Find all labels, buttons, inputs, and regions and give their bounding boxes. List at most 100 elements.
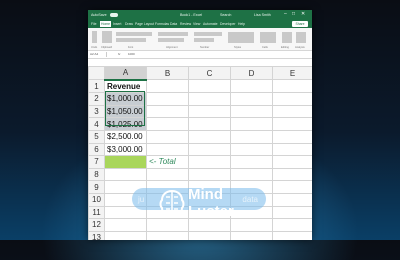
row-header[interactable]: 6 [88,142,105,157]
cell[interactable] [272,104,312,119]
row-header[interactable]: 13 [88,230,105,240]
row-header[interactable]: 11 [88,205,105,220]
column-header-a[interactable]: A [104,65,147,81]
tab-file[interactable]: File [91,22,96,26]
autosave-toggle[interactable] [110,13,118,17]
row-header[interactable]: 2 [88,92,105,106]
cell[interactable] [188,230,231,240]
cell-a3[interactable]: $1,050.00 [104,104,147,119]
cell[interactable] [272,205,312,220]
analyze-data-button[interactable] [296,32,306,43]
cell[interactable] [146,79,189,94]
cell[interactable] [104,230,147,240]
minimize-button[interactable]: – [284,12,289,17]
maximize-button[interactable]: □ [292,12,297,17]
cell[interactable] [272,180,312,194]
cell[interactable] [104,218,147,232]
cell[interactable] [188,79,231,94]
column-header-b[interactable]: B [146,65,189,81]
cell[interactable] [188,117,231,131]
fx-icon[interactable]: fx [118,52,120,57]
cell[interactable] [272,218,312,232]
paste-button[interactable] [102,31,112,43]
cell[interactable] [230,142,273,157]
cell[interactable] [230,117,273,131]
cell[interactable] [188,104,231,119]
share-button[interactable]: Share [292,21,308,27]
tab-automate[interactable]: Automate [203,22,218,26]
cell[interactable] [230,155,273,169]
number-buttons[interactable] [194,38,214,42]
tab-draw[interactable]: Draw [125,22,133,26]
cell[interactable] [230,129,273,144]
row-header[interactable]: 12 [88,218,105,232]
select-all-corner[interactable] [88,65,105,81]
tab-page-layout[interactable]: Page Layout [135,22,154,26]
cell[interactable] [146,230,189,240]
cell-a6[interactable]: $3,000.00 [104,142,147,157]
tab-home[interactable]: Home [100,21,112,27]
cell[interactable] [146,129,189,144]
cell[interactable] [188,218,231,232]
cell[interactable] [230,79,273,94]
cell[interactable] [230,104,273,119]
cell-a2[interactable]: $1,000.00 [104,92,147,106]
cell-a1[interactable]: Revenue [104,79,147,94]
styles-buttons[interactable] [228,32,254,43]
row-header[interactable]: 9 [88,180,105,194]
cell[interactable] [188,129,231,144]
cell[interactable] [230,167,273,182]
cell[interactable] [272,129,312,144]
font-name-select[interactable] [116,32,152,36]
total-note-cell[interactable]: <- Total [146,155,189,169]
indent-buttons[interactable] [158,38,184,42]
cell[interactable] [188,92,231,106]
row-header[interactable]: 5 [88,129,105,144]
cell[interactable] [272,92,312,106]
cell[interactable] [272,192,312,207]
cell[interactable] [146,92,189,106]
cell[interactable] [272,230,312,240]
cell[interactable] [146,167,189,182]
number-format-select[interactable] [194,32,222,36]
cell[interactable] [188,142,231,157]
cell[interactable] [230,218,273,232]
name-box[interactable]: A2:A4 [90,52,107,57]
formula-input[interactable]: 1000 [128,52,135,57]
tab-review[interactable]: Review [180,22,191,26]
cells-buttons[interactable] [260,32,276,43]
cell[interactable] [230,92,273,106]
cell-a5[interactable]: $2,500.00 [104,129,147,144]
cell[interactable] [272,142,312,157]
cell[interactable] [272,117,312,131]
cell[interactable] [104,167,147,182]
row-header[interactable]: 4 [88,117,105,131]
tab-developer[interactable]: Developer [220,22,235,26]
tab-insert[interactable]: Insert [113,22,121,26]
user-name[interactable]: Lisa Smith [254,13,271,17]
close-button[interactable]: ✕ [301,12,306,17]
cell[interactable] [146,117,189,131]
row-header[interactable]: 10 [88,192,105,207]
cell[interactable] [272,79,312,94]
undo-button[interactable] [92,31,97,43]
cell[interactable] [272,155,312,169]
tab-help[interactable]: Help [238,22,245,26]
cell[interactable] [188,167,231,182]
cell[interactable] [230,230,273,240]
column-header-d[interactable]: D [230,65,273,81]
tab-formulas[interactable]: Formulas [155,22,169,26]
tab-view[interactable]: View [193,22,200,26]
cell[interactable] [146,104,189,119]
font-format-buttons[interactable] [116,38,146,42]
cell[interactable] [146,142,189,157]
cell[interactable] [272,167,312,182]
row-header[interactable]: 1 [88,79,105,94]
row-header[interactable]: 7 [88,155,105,169]
column-header-e[interactable]: E [272,65,312,81]
editing-buttons[interactable] [282,32,292,43]
search-box[interactable]: Search [220,13,231,17]
cell-a4[interactable]: $1,025.00 [104,117,147,131]
cell[interactable] [188,155,231,169]
row-header[interactable]: 3 [88,104,105,119]
